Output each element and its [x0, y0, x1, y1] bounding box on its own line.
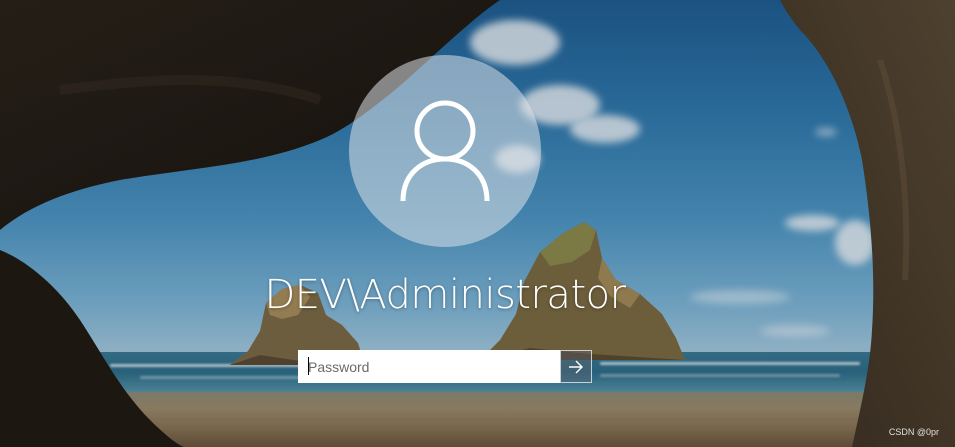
text-caret: [308, 357, 309, 375]
password-row: [298, 350, 592, 383]
watermark-text: CSDN @0pr: [888, 427, 939, 437]
lock-screen: DEV\Administrator CSDN @0pr: [0, 0, 955, 447]
account-username: DEV\Administrator: [264, 272, 626, 318]
user-avatar: [349, 55, 541, 247]
password-input[interactable]: [298, 350, 560, 383]
submit-button[interactable]: [560, 350, 592, 383]
user-silhouette-icon: [400, 100, 490, 202]
arrow-right-icon: [569, 360, 583, 373]
